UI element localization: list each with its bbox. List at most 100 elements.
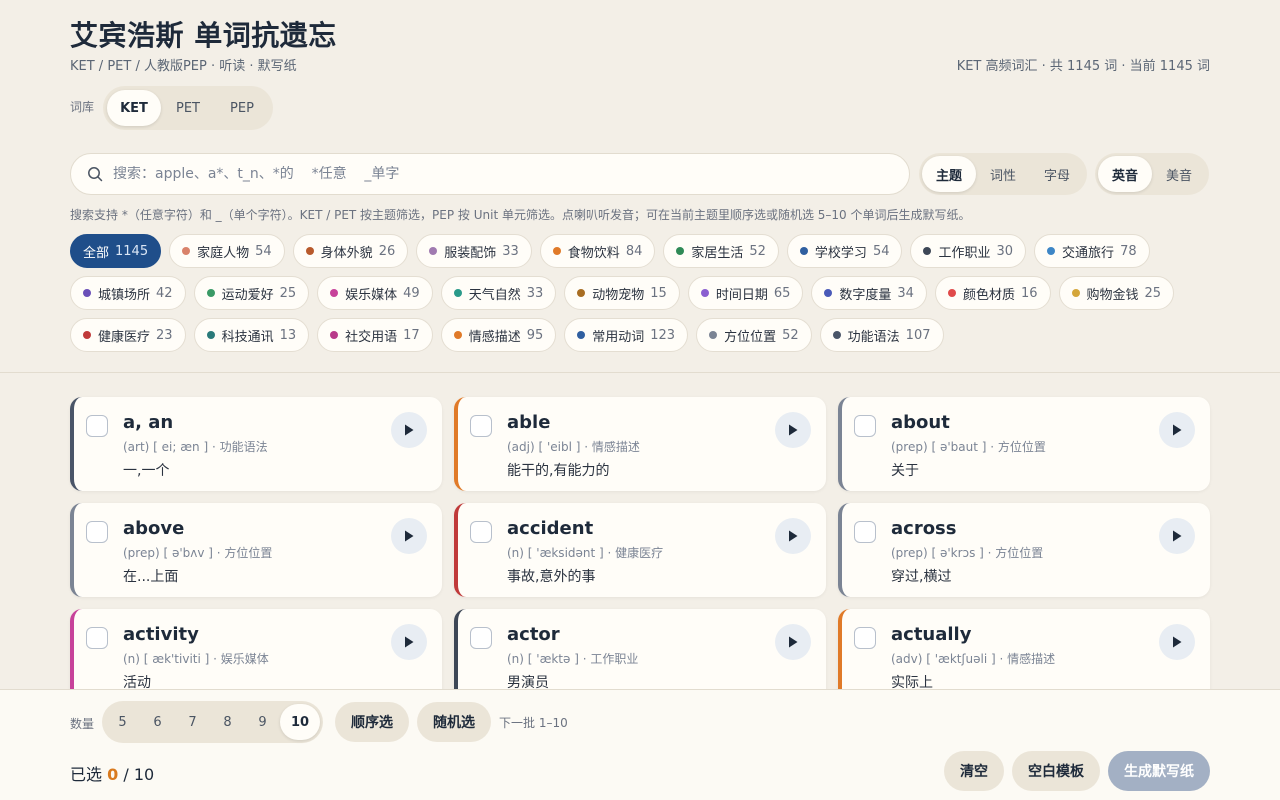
play-audio-button[interactable] bbox=[1159, 412, 1195, 448]
word-meta: (prep) [ ə'krɔs ] · 方位位置 bbox=[891, 546, 1044, 560]
topic-chip[interactable]: 娱乐媒体 49 bbox=[317, 276, 433, 310]
word-checkbox[interactable] bbox=[470, 627, 492, 649]
word-meaning: 一,一个 bbox=[123, 463, 170, 479]
quantity-option-9[interactable]: 9 bbox=[245, 704, 280, 740]
topic-chip-all[interactable]: 全部 1145 bbox=[70, 234, 162, 268]
filter-mode-selector: 主题 词性 字母 bbox=[919, 153, 1087, 195]
topic-color-dot bbox=[453, 289, 462, 297]
topic-chip[interactable]: 工作职业 30 bbox=[910, 234, 1027, 268]
play-audio-button[interactable] bbox=[1159, 518, 1195, 554]
library-option-pep[interactable]: PEP bbox=[215, 90, 269, 126]
word-meta: (adj) [ 'eibl ] · 情感描述 bbox=[507, 440, 640, 454]
word-checkbox[interactable] bbox=[86, 521, 108, 543]
accent-option-uk[interactable]: 英音 bbox=[1098, 156, 1152, 192]
topic-count: 54 bbox=[872, 243, 890, 259]
topic-color-dot bbox=[1047, 247, 1056, 255]
play-audio-button[interactable] bbox=[391, 518, 427, 554]
mode-option-topic[interactable]: 主题 bbox=[922, 156, 976, 192]
play-audio-button[interactable] bbox=[1159, 624, 1195, 660]
play-icon bbox=[1173, 636, 1182, 648]
search-icon bbox=[88, 167, 103, 182]
topic-chip[interactable]: 健康医疗 23 bbox=[70, 318, 186, 352]
topic-color-dot bbox=[577, 289, 586, 297]
library-option-ket[interactable]: KET bbox=[107, 90, 161, 126]
topic-count: 1145 bbox=[115, 243, 149, 259]
topic-chip[interactable]: 数字度量 34 bbox=[811, 276, 927, 310]
topic-chip[interactable]: 城镇场所 42 bbox=[70, 276, 186, 310]
topic-chip[interactable]: 天气自然 33 bbox=[440, 276, 557, 310]
word-checkbox[interactable] bbox=[86, 627, 108, 649]
topic-chip[interactable]: 购物金钱 25 bbox=[1058, 276, 1175, 310]
word-checkbox[interactable] bbox=[470, 415, 492, 437]
play-audio-button[interactable] bbox=[391, 624, 427, 660]
word-checkbox[interactable] bbox=[854, 415, 876, 437]
next-batch-link[interactable]: 下一批 1–10 bbox=[499, 714, 568, 731]
play-audio-button[interactable] bbox=[775, 412, 811, 448]
word-checkbox[interactable] bbox=[854, 627, 876, 649]
divider bbox=[0, 372, 1280, 373]
word-checkbox[interactable] bbox=[470, 521, 492, 543]
topic-chip[interactable]: 食物饮料 84 bbox=[539, 234, 656, 268]
topic-count: 54 bbox=[255, 243, 272, 259]
word-checkbox[interactable] bbox=[86, 415, 108, 437]
mode-option-pos[interactable]: 词性 bbox=[976, 156, 1030, 192]
word-checkbox[interactable] bbox=[854, 521, 876, 543]
word-grid: a, an (art) [ ei; æn ] · 功能语法 一,一个 able (adj… bbox=[70, 397, 1210, 703]
topic-chip[interactable]: 功能语法 107 bbox=[819, 318, 944, 352]
topic-chip[interactable]: 时间日期 65 bbox=[687, 276, 804, 310]
topic-label: 数字度量 bbox=[839, 287, 892, 303]
word-meaning: 关于 bbox=[891, 463, 919, 479]
play-audio-button[interactable] bbox=[775, 624, 811, 660]
topic-label: 社交用语 bbox=[345, 329, 398, 345]
topic-chip[interactable]: 交通旅行 78 bbox=[1034, 234, 1150, 268]
quantity-option-5[interactable]: 5 bbox=[105, 704, 140, 740]
topic-chip[interactable]: 家居生活 52 bbox=[663, 234, 779, 268]
mode-option-letter[interactable]: 字母 bbox=[1030, 156, 1084, 192]
topic-count: 65 bbox=[773, 285, 791, 301]
word-text: about bbox=[891, 412, 950, 433]
quantity-option-7[interactable]: 7 bbox=[175, 704, 210, 740]
random-select-button[interactable]: 随机选 bbox=[417, 702, 491, 742]
library-option-pet[interactable]: PET bbox=[161, 90, 215, 126]
quantity-option-8[interactable]: 8 bbox=[210, 704, 245, 740]
topic-chip[interactable]: 社交用语 17 bbox=[317, 318, 433, 352]
topic-label: 功能语法 bbox=[847, 329, 900, 345]
blank-template-button[interactable]: 空白模板 bbox=[1012, 751, 1100, 791]
play-audio-button[interactable] bbox=[391, 412, 427, 448]
topic-count: 78 bbox=[1120, 243, 1137, 259]
topic-chip[interactable]: 情感描述 95 bbox=[440, 318, 557, 352]
topic-label: 颜色材质 bbox=[962, 287, 1015, 303]
topic-color-dot bbox=[923, 247, 932, 255]
play-icon bbox=[789, 424, 798, 436]
topic-chip[interactable]: 运动爱好 25 bbox=[193, 276, 310, 310]
topic-chip[interactable]: 颜色材质 16 bbox=[934, 276, 1051, 310]
generate-dictation-button[interactable]: 生成默写纸 bbox=[1108, 751, 1210, 791]
clear-button[interactable]: 清空 bbox=[944, 751, 1004, 791]
play-icon bbox=[1173, 424, 1182, 436]
word-text: actor bbox=[507, 624, 560, 645]
topic-label: 身体外貌 bbox=[320, 245, 373, 261]
topic-label: 动物宠物 bbox=[592, 287, 645, 303]
accent-option-us[interactable]: 美音 bbox=[1152, 156, 1206, 192]
topic-chip[interactable]: 常用动词 123 bbox=[564, 318, 689, 352]
quantity-option-6[interactable]: 6 bbox=[140, 704, 175, 740]
word-card: above (prep) [ ə'bʌv ] · 方位位置 在...上面 bbox=[70, 503, 442, 597]
topic-chip[interactable]: 家庭人物 54 bbox=[169, 234, 285, 268]
quantity-option-10[interactable]: 10 bbox=[280, 704, 320, 740]
sequential-select-button[interactable]: 顺序选 bbox=[335, 702, 409, 742]
word-text: actually bbox=[891, 624, 972, 645]
topic-chip[interactable]: 学校学习 54 bbox=[786, 234, 903, 268]
topic-chip-row: 全部 1145 家庭人物 54 身体外貌 26 服装配饰 33 食物饮料 84 家居生活 52 学校学习… bbox=[70, 234, 1220, 268]
topic-chip[interactable]: 身体外貌 26 bbox=[292, 234, 409, 268]
topic-count: 33 bbox=[526, 285, 544, 301]
play-audio-button[interactable] bbox=[775, 518, 811, 554]
topic-color-dot bbox=[429, 247, 438, 255]
topic-count: 17 bbox=[403, 327, 420, 343]
topic-chip[interactable]: 服装配饰 33 bbox=[416, 234, 532, 268]
topic-chip[interactable]: 科技通讯 13 bbox=[193, 318, 310, 352]
topic-chip[interactable]: 动物宠物 15 bbox=[564, 276, 680, 310]
play-icon bbox=[405, 636, 414, 648]
topic-chip[interactable]: 方位位置 52 bbox=[696, 318, 812, 352]
topic-count: 34 bbox=[897, 285, 914, 301]
search-input[interactable] bbox=[113, 166, 873, 182]
